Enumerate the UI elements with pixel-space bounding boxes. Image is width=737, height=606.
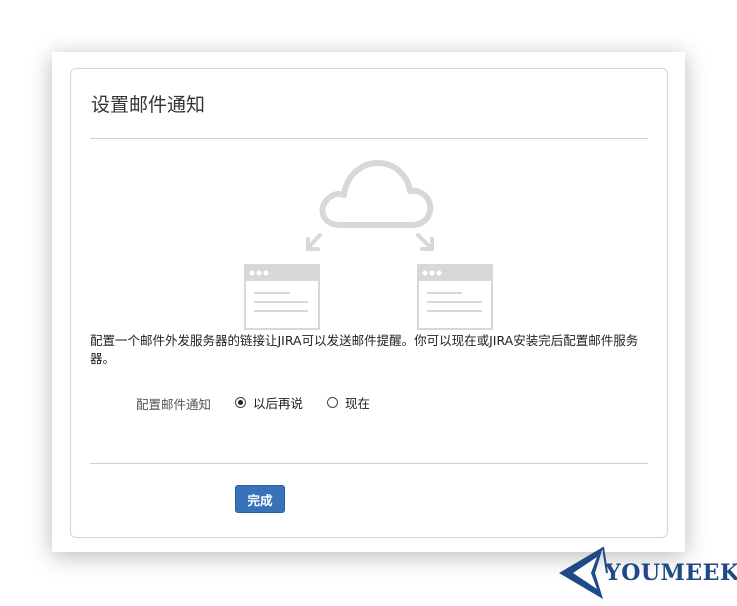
radio-option-later[interactable]: 以后再说 xyxy=(235,393,303,412)
footer-divider xyxy=(90,463,648,464)
mail-server-illustration xyxy=(244,160,493,330)
dialog-title: 设置邮件通知 xyxy=(91,94,206,116)
logo-text: YOUMEEK xyxy=(605,560,737,586)
arrow-down-right-icon xyxy=(416,233,434,251)
dialog-description: 配置一个邮件外发服务器的链接让JIRA可以发送邮件提醒。你可以现在或JIRA安装… xyxy=(90,333,639,366)
radio-later-label: 以后再说 xyxy=(253,396,304,411)
title-divider xyxy=(90,138,648,139)
radio-now-label: 现在 xyxy=(345,396,371,411)
finish-button[interactable]: 完成 xyxy=(235,485,285,513)
browser-window-right-icon xyxy=(417,264,493,330)
mail-notification-label: 配置邮件通知 xyxy=(136,397,212,412)
radio-now-unselected-icon[interactable] xyxy=(327,397,338,408)
radio-option-now[interactable]: 现在 xyxy=(327,393,370,412)
browser-window-left-icon xyxy=(244,264,320,330)
radio-later-selected-icon[interactable] xyxy=(235,397,246,408)
arrow-down-left-icon xyxy=(306,233,322,251)
cloud-icon xyxy=(319,160,434,228)
